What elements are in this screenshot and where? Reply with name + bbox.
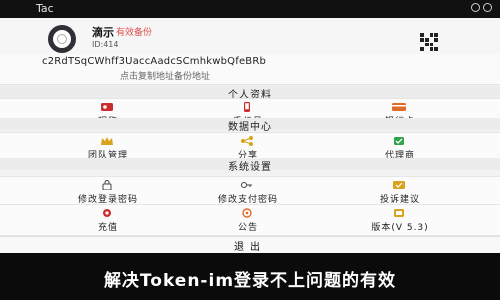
version-item[interactable]: 版本(V 5.3) [330, 205, 470, 235]
phone-icon [244, 102, 250, 112]
profile-icon [101, 103, 113, 111]
version-label: 版本(V 5.3) [371, 223, 429, 233]
status-icons [471, 3, 492, 12]
profile-header: 滴示 有效备份 ID:414 [0, 18, 500, 54]
battery-icon [483, 3, 492, 12]
recharge-label: 充值 [97, 223, 118, 233]
signal-icon [471, 3, 480, 12]
logout-bar: 退出 [0, 236, 500, 254]
announcement-item[interactable]: 公告 [178, 205, 318, 235]
announcement-label: 公告 [237, 223, 258, 233]
feedback-icon [393, 181, 405, 189]
feedback-item[interactable]: 投诉建议 [330, 177, 470, 207]
settings-row-2: 充值 公告 版本(V 5.3) [0, 204, 500, 236]
share-icon [241, 136, 253, 146]
app-screen: Tac 滴示 有效备份 ID:414 c2RdTSqCWhff3UaccAadc… [0, 0, 500, 300]
status-bar: Tac [0, 0, 500, 18]
logout-button[interactable]: 退出 [190, 238, 310, 253]
section-title-data: 数据中心 [228, 122, 272, 133]
lock-icon [102, 180, 112, 190]
section-title-settings: 系统设置 [228, 162, 272, 173]
announcement-icon [242, 208, 252, 218]
avatar[interactable] [48, 25, 76, 53]
bank-card-icon [392, 103, 406, 111]
bottom-caption: 解决Token-im登录不上问题的有效 [103, 271, 397, 291]
wallet-address-bar[interactable]: c2RdTSqCWhff3UaccAadcSCmhkwbQfeBRb 点击复制地… [0, 54, 500, 85]
backup-status-badge[interactable]: 有效备份 [116, 25, 152, 38]
agent-icon [394, 137, 404, 145]
user-name: 滴示 [92, 26, 114, 39]
address-copy-hint[interactable]: 点击复制地址备份地址 [120, 69, 210, 82]
recharge-item[interactable]: 充值 [38, 205, 178, 235]
recharge-icon [103, 209, 111, 217]
version-icon [394, 209, 404, 217]
wallet-address[interactable]: c2RdTSqCWhff3UaccAadcSCmhkwbQfeBRb [42, 56, 266, 67]
crown-icon [101, 137, 113, 145]
key-icon [241, 182, 252, 188]
change-login-password-item[interactable]: 修改登录密码 [38, 177, 178, 207]
status-carrier: Tac [36, 2, 54, 15]
qr-code-icon[interactable] [420, 33, 438, 51]
user-id: ID:414 [92, 40, 119, 49]
change-payment-password-item[interactable]: 修改支付密码 [178, 177, 318, 207]
